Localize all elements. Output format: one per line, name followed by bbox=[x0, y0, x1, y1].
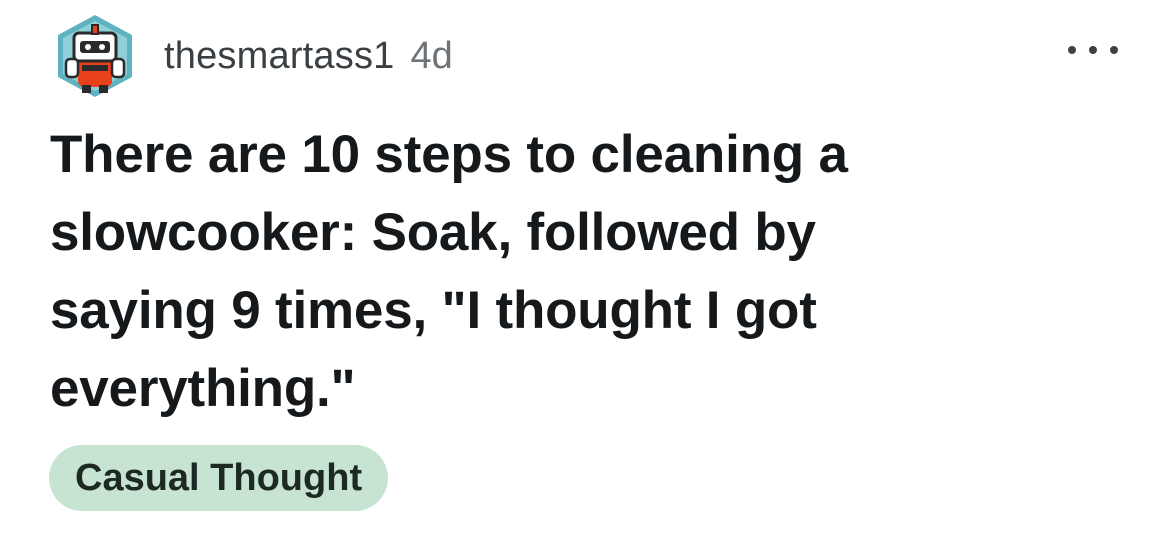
post-title-line: everything." bbox=[50, 359, 356, 418]
post-title-line: slowcooker: Soak, followed by bbox=[50, 203, 816, 262]
post-title[interactable]: There are 10 steps to cleaning a slowcoo… bbox=[50, 116, 1050, 428]
robot-avatar-icon bbox=[58, 15, 132, 97]
post-title-line: saying 9 times, "I thought I got bbox=[50, 281, 817, 340]
post-card: thesmartass1 4d There are 10 steps to cl… bbox=[0, 0, 1170, 536]
more-horizontal-icon-dot bbox=[1089, 46, 1097, 54]
user-avatar[interactable] bbox=[52, 13, 138, 99]
post-flair[interactable]: Casual Thought bbox=[49, 445, 389, 511]
flair-label: Casual Thought bbox=[75, 456, 363, 499]
post-age: 4d bbox=[410, 34, 453, 77]
username-link[interactable]: thesmartass1 bbox=[164, 35, 395, 78]
post-header: thesmartass1 4d bbox=[52, 8, 453, 104]
more-horizontal-icon-dot bbox=[1068, 46, 1076, 54]
more-horizontal-icon-dot bbox=[1110, 46, 1118, 54]
more-options-button[interactable] bbox=[1068, 32, 1118, 68]
post-title-line: There are 10 steps to cleaning a bbox=[50, 125, 848, 184]
